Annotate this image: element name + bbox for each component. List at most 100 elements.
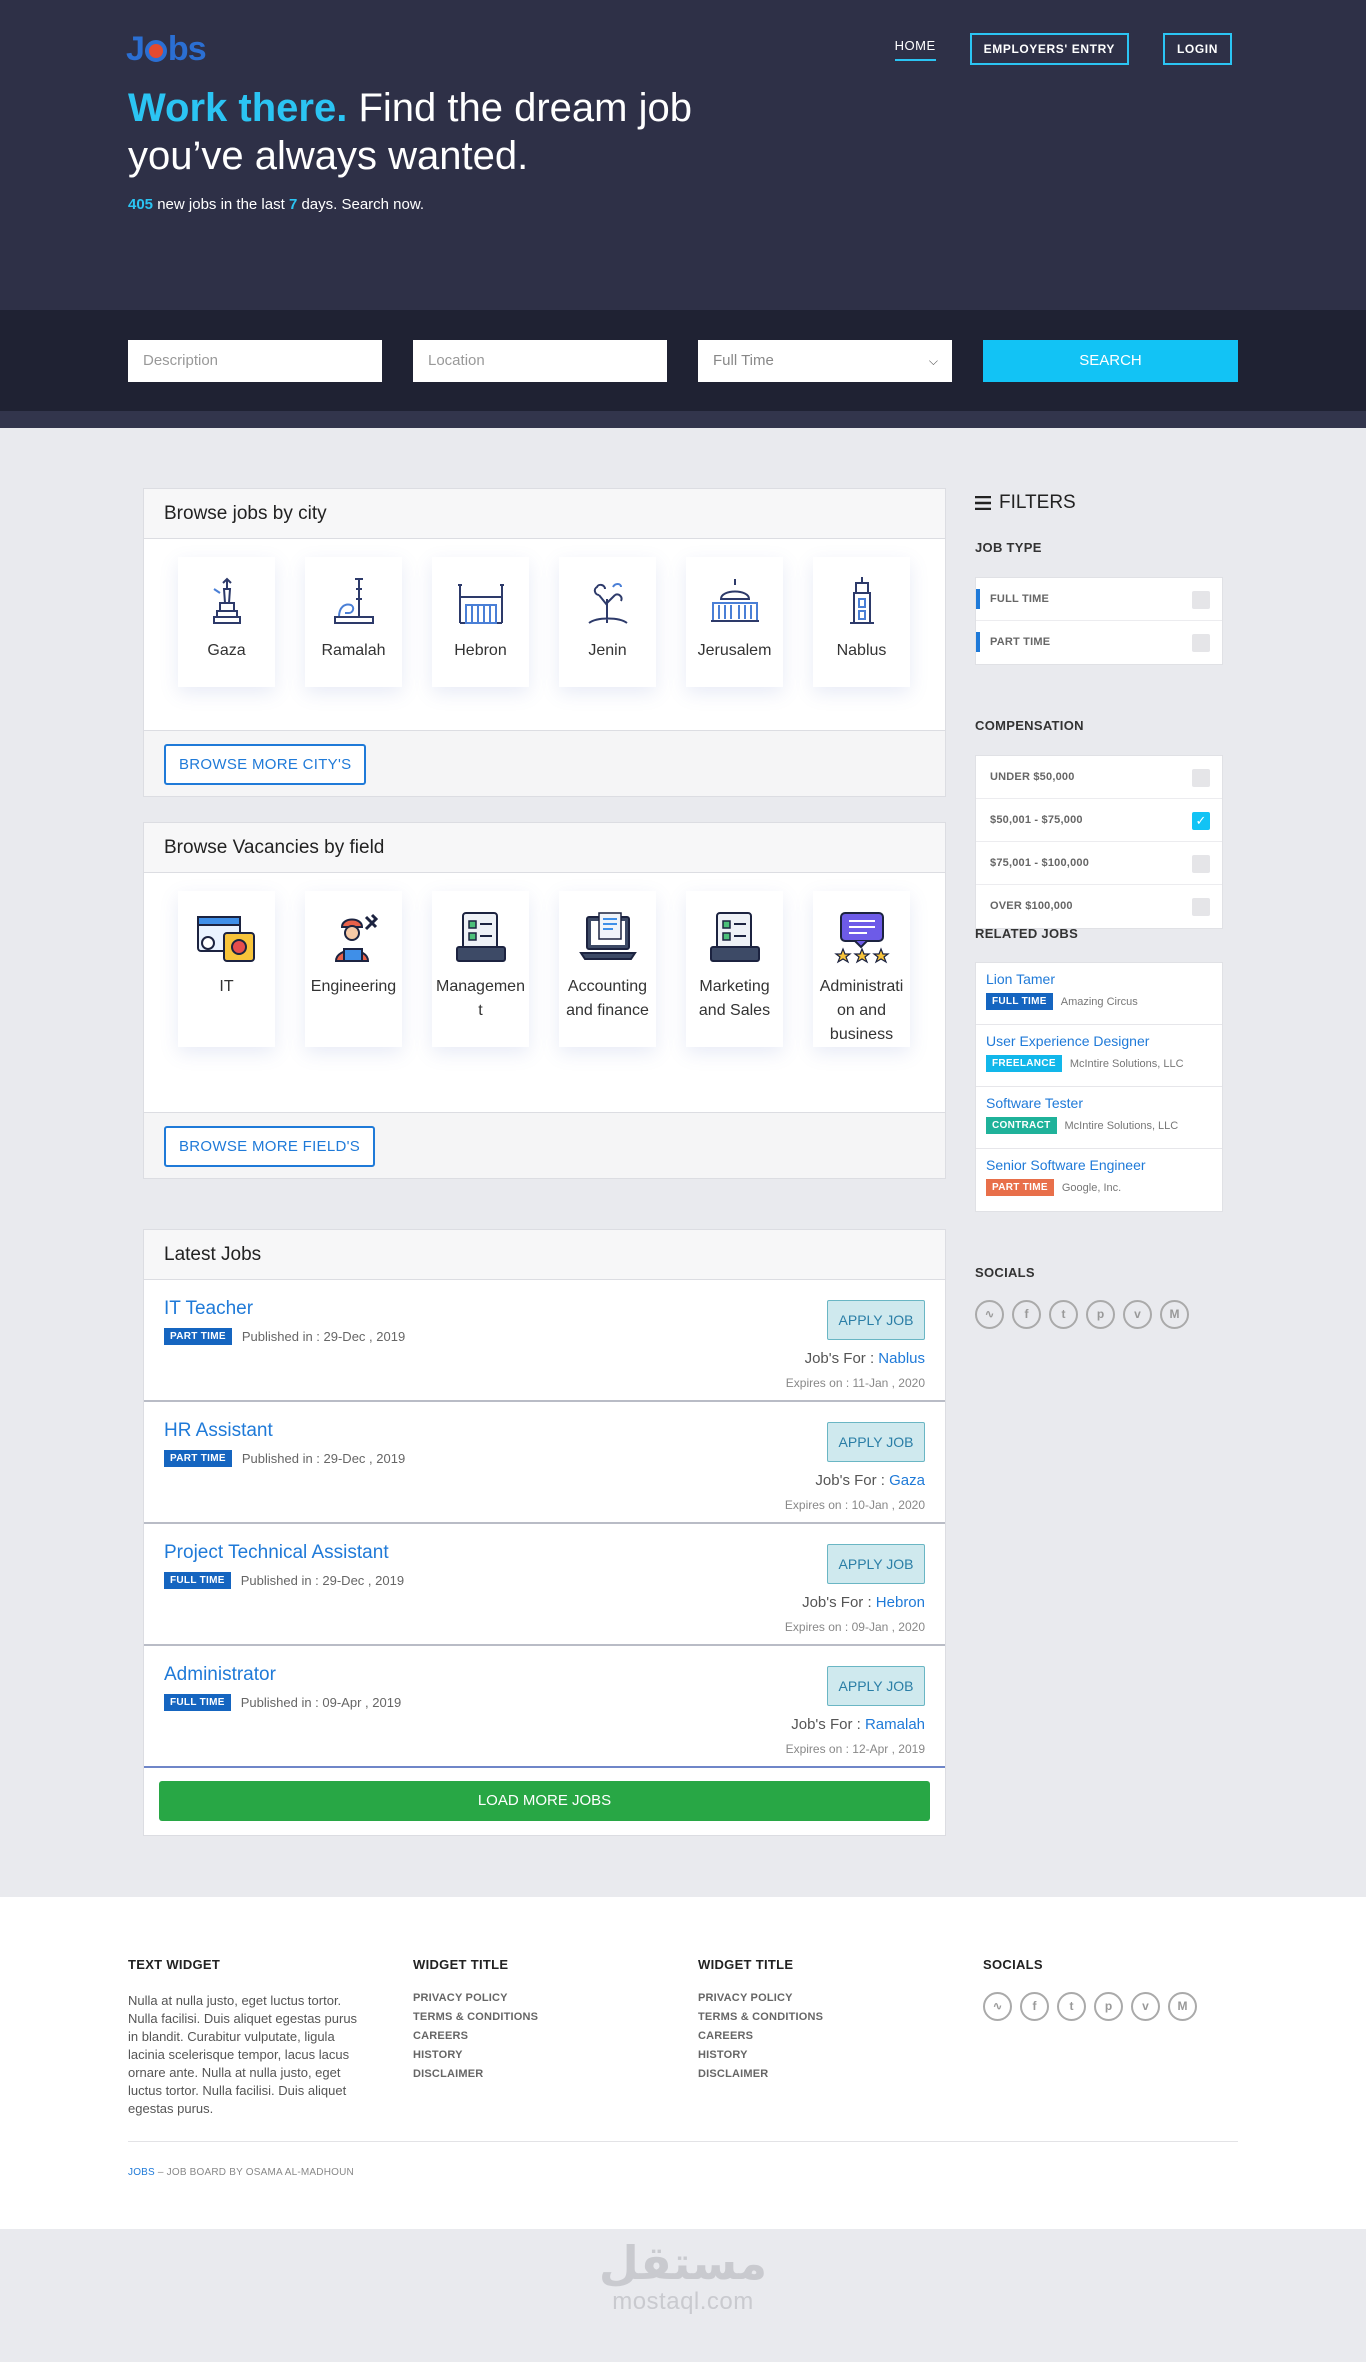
- footer-link-terms[interactable]: TERMS & CONDITIONS: [698, 2011, 938, 2023]
- site-logo[interactable]: Jbs: [126, 30, 207, 69]
- facebook-icon[interactable]: f: [1012, 1300, 1041, 1329]
- expiry-date: Expires on : 09-Jan , 2020: [784, 1620, 925, 1634]
- description-input[interactable]: Description: [128, 340, 382, 382]
- lion-monument-icon: [333, 578, 374, 624]
- company-name: Amazing Circus: [1060, 995, 1138, 1008]
- checkbox[interactable]: [1192, 855, 1210, 873]
- job-type-badge: FREELANCE: [986, 1055, 1062, 1072]
- card-title: Latest Jobs: [144, 1230, 945, 1280]
- field-tile-management[interactable]: Managemen t: [432, 891, 529, 1047]
- search-button[interactable]: SEARCH: [983, 340, 1238, 382]
- apply-job-button[interactable]: APPLY JOB: [827, 1666, 925, 1706]
- footer-link-disclaimer[interactable]: DISCLAIMER: [698, 2068, 938, 2080]
- location-input[interactable]: Location: [413, 340, 667, 382]
- field-tile-it[interactable]: IT: [178, 891, 275, 1047]
- city-label: Hebron: [454, 642, 507, 659]
- load-more-jobs-button[interactable]: LOAD MORE JOBS: [159, 1781, 930, 1821]
- footer-socials: SOCIALS ∿ f t p v M: [983, 1957, 1223, 2021]
- job-city-link[interactable]: Gaza: [889, 1472, 925, 1489]
- job-type-badge: FULL TIME: [986, 993, 1053, 1010]
- job-city-link[interactable]: Ramalah: [865, 1716, 925, 1733]
- field-tile-accounting[interactable]: Accounting and finance: [559, 891, 656, 1047]
- browse-more-cities-button[interactable]: BROWSE MORE CITY'S: [164, 744, 367, 785]
- job-type-heading: JOB TYPE: [975, 540, 1042, 555]
- footer-link-history[interactable]: HISTORY: [413, 2049, 653, 2061]
- login-button[interactable]: LOGIN: [1163, 33, 1232, 65]
- footer-link-careers[interactable]: CAREERS: [413, 2030, 653, 2042]
- footer-link-disclaimer[interactable]: DISCLAIMER: [413, 2068, 653, 2080]
- dome-icon: [710, 579, 759, 622]
- city-tile-jerusalem[interactable]: Jerusalem: [686, 557, 783, 687]
- footer-link-careers[interactable]: CAREERS: [698, 2030, 938, 2042]
- job-title-link[interactable]: Administrator: [164, 1664, 276, 1686]
- footer-brand-link[interactable]: JOBS: [128, 2167, 155, 2178]
- job-meta: FULL TIME Published in : 29-Dec , 2019: [164, 1572, 404, 1589]
- checkbox[interactable]: [1192, 769, 1210, 787]
- tree-icon: [587, 583, 628, 624]
- footer-link-history[interactable]: HISTORY: [698, 2049, 938, 2061]
- job-type-badge: FULL TIME: [164, 1572, 231, 1589]
- twitter-icon[interactable]: t: [1057, 1992, 1086, 2021]
- statue-icon: [212, 577, 241, 624]
- footer-link-privacy[interactable]: PRIVACY POLICY: [413, 1992, 653, 2004]
- job-type-badge: PART TIME: [986, 1179, 1054, 1196]
- job-type-select[interactable]: Full Time ⌵: [698, 340, 952, 382]
- related-job-link[interactable]: Senior Software Engineer: [986, 1157, 1212, 1173]
- nav-home-link[interactable]: HOME: [894, 38, 936, 61]
- checkbox-checked[interactable]: ✓: [1192, 812, 1210, 830]
- field-tile-administration[interactable]: Administrati on and business: [813, 891, 910, 1047]
- field-tile-engineering[interactable]: Engineering: [305, 891, 402, 1047]
- vimeo-icon[interactable]: v: [1123, 1300, 1152, 1329]
- checkbox[interactable]: [1192, 634, 1210, 652]
- city-tile-jenin[interactable]: Jenin: [559, 557, 656, 687]
- city-tile-gaza[interactable]: Gaza: [178, 557, 275, 687]
- filter-under-50k[interactable]: UNDER $50,000: [976, 756, 1222, 799]
- rss-icon[interactable]: ∿: [975, 1300, 1004, 1329]
- related-job-link[interactable]: Lion Tamer: [986, 971, 1212, 987]
- filter-full-time[interactable]: FULL TIME: [976, 578, 1222, 621]
- related-job-link[interactable]: Software Tester: [986, 1095, 1212, 1111]
- medium-icon[interactable]: M: [1168, 1992, 1197, 2021]
- job-title-link[interactable]: HR Assistant: [164, 1420, 273, 1442]
- job-title-link[interactable]: Project Technical Assistant: [164, 1542, 389, 1564]
- footer-link-terms[interactable]: TERMS & CONDITIONS: [413, 2011, 653, 2023]
- twitter-icon[interactable]: t: [1049, 1300, 1078, 1329]
- city-tile-hebron[interactable]: Hebron: [432, 557, 529, 687]
- related-job-meta: PART TIME Google, Inc.: [986, 1179, 1212, 1196]
- hero-sub-text-end: days. Search now.: [301, 196, 425, 213]
- related-job-link[interactable]: User Experience Designer: [986, 1033, 1212, 1049]
- pinterest-icon[interactable]: p: [1086, 1300, 1115, 1329]
- checkbox[interactable]: [1192, 898, 1210, 916]
- job-location: Job's For : Ramalah: [791, 1716, 925, 1733]
- watermark-latin: mostaql.com: [612, 2288, 754, 2315]
- checkbox[interactable]: [1192, 591, 1210, 609]
- vimeo-icon[interactable]: v: [1131, 1992, 1160, 2021]
- employers-entry-button[interactable]: EMPLOYERS' ENTRY: [969, 33, 1129, 65]
- pinterest-icon[interactable]: p: [1094, 1992, 1123, 2021]
- job-city-link[interactable]: Nablus: [878, 1350, 925, 1367]
- facebook-icon[interactable]: f: [1020, 1992, 1049, 2021]
- job-city-link[interactable]: Hebron: [876, 1594, 925, 1611]
- job-meta: PART TIME Published in : 29-Dec , 2019: [164, 1450, 405, 1467]
- compensation-filter: UNDER $50,000 $50,001 - $75,000 ✓ $75,001…: [975, 755, 1223, 929]
- filter-50k-75k[interactable]: $50,001 - $75,000 ✓: [976, 799, 1222, 842]
- city-tiles: Gaza Ramalah Hebron Jenin Jerusalem Nabl…: [178, 557, 910, 687]
- filter-over-100k[interactable]: OVER $100,000: [976, 885, 1222, 928]
- apply-job-button[interactable]: APPLY JOB: [827, 1300, 925, 1340]
- filters-title-row: FILTERS: [975, 492, 1223, 514]
- city-tile-nablus[interactable]: Nablus: [813, 557, 910, 687]
- city-tile-ramalah[interactable]: Ramalah: [305, 557, 402, 687]
- watermark-arabic: مستقل: [598, 2236, 768, 2290]
- medium-icon[interactable]: M: [1160, 1300, 1189, 1329]
- bug-window-icon: [196, 916, 255, 962]
- related-job: Software Tester CONTRACT McIntire Solutio…: [976, 1087, 1222, 1149]
- browse-more-fields-button[interactable]: BROWSE MORE FIELD'S: [164, 1126, 376, 1167]
- job-title-link[interactable]: IT Teacher: [164, 1298, 253, 1320]
- filter-part-time[interactable]: PART TIME: [976, 621, 1222, 664]
- filter-75k-100k[interactable]: $75,001 - $100,000: [976, 842, 1222, 885]
- field-tile-marketing[interactable]: Marketing and Sales: [686, 891, 783, 1047]
- apply-job-button[interactable]: APPLY JOB: [827, 1422, 925, 1462]
- rss-icon[interactable]: ∿: [983, 1992, 1012, 2021]
- footer-link-privacy[interactable]: PRIVACY POLICY: [698, 1992, 938, 2004]
- apply-job-button[interactable]: APPLY JOB: [827, 1544, 925, 1584]
